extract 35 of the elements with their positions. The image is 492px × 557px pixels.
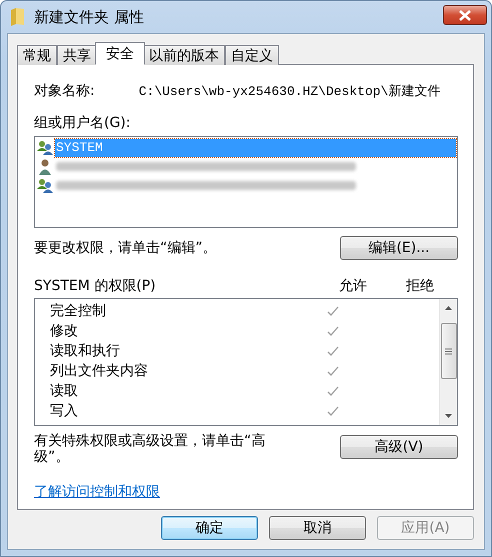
close-button[interactable] xyxy=(443,5,487,25)
permission-name: 读取 xyxy=(49,382,79,400)
window-title: 新建文件夹 属性 xyxy=(34,8,145,26)
object-name-value: C:\Users\wb-yx254630.HZ\Desktop\新建文件 xyxy=(138,83,440,100)
users-icon xyxy=(37,140,53,156)
tab[interactable]: 常规 xyxy=(17,45,57,65)
user-icon xyxy=(37,158,53,174)
deny-header: 拒绝 xyxy=(405,277,435,295)
folder-icon xyxy=(10,8,26,26)
grip-icon xyxy=(445,348,452,354)
tab[interactable]: 以前的版本 xyxy=(143,45,225,65)
scroll-up-arrow-icon[interactable] xyxy=(445,306,452,310)
permissions-label: SYSTEM 的权限(P) xyxy=(34,277,157,295)
edit-hint: 要更改权限，请单击“编辑”。 xyxy=(34,239,217,257)
close-icon xyxy=(459,10,471,20)
permission-name: 写入 xyxy=(49,402,79,420)
tab[interactable]: 共享 xyxy=(57,45,97,65)
users-icon xyxy=(37,178,53,194)
permission-name: 完全控制 xyxy=(49,302,107,320)
tab[interactable]: 自定义 xyxy=(225,45,279,65)
users-label: 组或用户名(G): xyxy=(34,114,132,132)
ok-button[interactable]: 确定 xyxy=(161,516,258,540)
permission-name: 读取和执行 xyxy=(49,342,121,360)
scroll-down-arrow-icon[interactable] xyxy=(445,414,452,418)
cancel-button[interactable]: 取消 xyxy=(269,516,366,540)
permission-name: 修改 xyxy=(49,322,79,340)
edit-button[interactable]: 编辑(E)... xyxy=(340,236,458,260)
advanced-button[interactable]: 高级(V) xyxy=(340,435,458,459)
tab[interactable]: 安全 xyxy=(95,42,145,65)
help-link[interactable]: 了解访问控制和权限 xyxy=(34,483,160,501)
advanced-hint: 有关特殊权限或高级设置，请单击“高级”。 xyxy=(34,433,266,465)
object-name-label: 对象名称: xyxy=(34,82,95,100)
allow-header: 允许 xyxy=(338,277,368,295)
permission-name: 列出文件夹内容 xyxy=(49,362,149,380)
scrollbar[interactable] xyxy=(439,299,457,425)
